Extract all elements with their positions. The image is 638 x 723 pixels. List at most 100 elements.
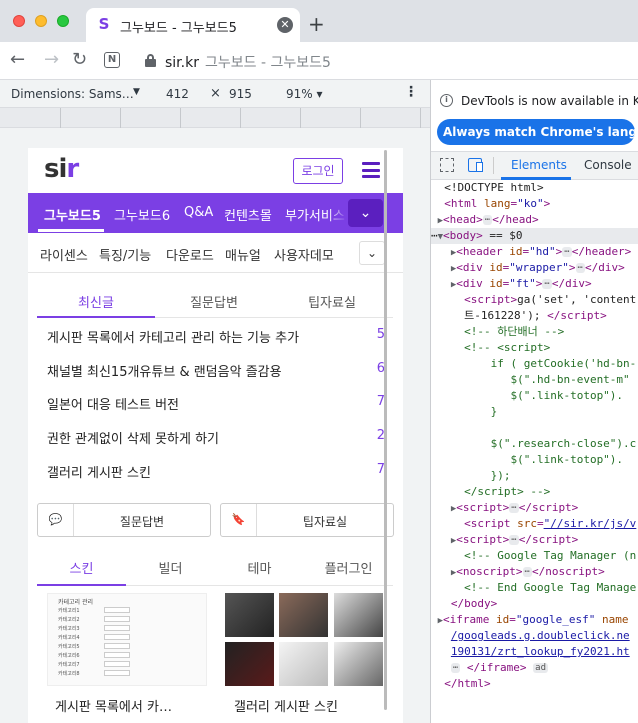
tab-elements[interactable]: Elements: [511, 158, 567, 172]
dom-node[interactable]: ▶<header id="hd"> ⋯ </header>: [431, 244, 638, 260]
forward-arrow-icon[interactable]: →: [44, 50, 59, 70]
dom-node[interactable]: <!DOCTYPE html>: [431, 180, 638, 196]
dom-node[interactable]: /googleads.g.doubleclick.ne: [431, 628, 638, 644]
dom-node[interactable]: }: [431, 404, 638, 420]
inspect-element-icon[interactable]: [440, 158, 454, 172]
dom-node[interactable]: ▶<iframe id="google_esf" name: [431, 612, 638, 628]
site-logo[interactable]: sir: [44, 154, 79, 184]
list-item[interactable]: 게시판 목록에서 카테고리 관리 하는 기능 추가 5: [37, 318, 393, 352]
dom-node[interactable]: </body>: [431, 596, 638, 612]
post-title[interactable]: 채널별 최신15개유튜브 & 랜덤음악 즐감용: [47, 361, 282, 380]
more-options-icon[interactable]: ⋮: [404, 84, 418, 100]
dom-node[interactable]: ⋯ </iframe> ad: [431, 660, 638, 676]
browser-toolbar: ← → ↻ N sir.kr 그누보드 - 그누보드5: [0, 42, 638, 80]
thumbnail-row: 카테고리7: [58, 661, 130, 668]
browser-tab[interactable]: S 그누보드 - 그누보드5 ✕: [86, 8, 300, 42]
back-arrow-icon[interactable]: ←: [10, 50, 25, 70]
post-title[interactable]: 일본어 대응 테스트 버전: [47, 394, 179, 413]
main-nav: 그누보드5 그누보드6 Q&A 컨텐츠몰 부가서비스 ⌄: [28, 193, 403, 233]
address-bar[interactable]: sir.kr 그누보드 - 그누보드5: [165, 52, 331, 72]
tab-tips[interactable]: 팁자료실: [273, 292, 391, 311]
tab-close-icon[interactable]: ✕: [277, 17, 293, 33]
dom-node[interactable]: 190131/zrt_lookup_fy2021.ht: [431, 644, 638, 660]
product-thumbnail[interactable]: 카테고리 관리 카테고리1 카테고리2 카테고리3 카테고리4 카테고리5 카테…: [47, 593, 207, 686]
close-window-button[interactable]: [13, 15, 25, 27]
list-item[interactable]: 권한 관계없이 삭제 못하게 하기 2: [37, 419, 393, 453]
tab-theme[interactable]: 테마: [215, 558, 304, 577]
main-nav-item[interactable]: 컨텐츠몰: [224, 205, 272, 224]
dom-node[interactable]: 트-161228'); </script>: [431, 308, 638, 324]
media-query-ruler[interactable]: [0, 108, 430, 128]
list-item[interactable]: 채널별 최신15개유튜브 & 랜덤음악 즐감용 6: [37, 352, 393, 386]
minimize-window-button[interactable]: [35, 15, 47, 27]
dom-node[interactable]: <!-- End Google Tag Manage: [431, 580, 638, 596]
dom-node[interactable]: $(".link-totop").: [431, 388, 638, 404]
hamburger-menu-icon[interactable]: [362, 162, 380, 178]
new-tab-button[interactable]: +: [308, 14, 325, 34]
thumbnail-row: 카테고리2: [58, 616, 130, 623]
dom-node[interactable]: <script src="//sir.kr/js/v: [431, 516, 638, 532]
post-title[interactable]: 갤러리 게시판 스킨: [47, 462, 151, 481]
main-nav-item[interactable]: Q&A: [184, 205, 213, 220]
tab-qna[interactable]: 질문답변: [155, 292, 273, 311]
dom-node[interactable]: <!-- Google Tag Manager (n: [431, 548, 638, 564]
page-scrollbar[interactable]: [384, 150, 387, 710]
zoom-select[interactable]: 91% ▾: [286, 87, 323, 101]
device-select[interactable]: Dimensions: Sams…: [11, 87, 134, 101]
sub-nav-expand-icon[interactable]: ⌄: [359, 241, 385, 265]
tips-quick-button[interactable]: 🔖 팁자료실: [220, 503, 394, 537]
post-title[interactable]: 권한 관계없이 삭제 못하게 하기: [47, 428, 219, 447]
dom-node[interactable]: </script> -->: [431, 484, 638, 500]
dom-node[interactable]: ▶<script> ⋯ </script>: [431, 532, 638, 548]
post-title[interactable]: 게시판 목록에서 카테고리 관리 하는 기능 추가: [47, 327, 299, 346]
dom-node[interactable]: <html lang="ko">: [431, 196, 638, 212]
product-title[interactable]: 게시판 목록에서 카…: [55, 696, 172, 715]
lock-icon[interactable]: [145, 54, 156, 67]
dom-node[interactable]: ▶<noscript> ⋯ </noscript>: [431, 564, 638, 580]
dom-node[interactable]: });: [431, 468, 638, 484]
device-toggle-icon[interactable]: [468, 158, 483, 172]
tab-skin[interactable]: 스킨: [37, 558, 126, 577]
dom-node[interactable]: ▶<script> ⋯ </script>: [431, 500, 638, 516]
sub-nav-item[interactable]: 특징/기능: [99, 245, 151, 264]
main-nav-item[interactable]: 그누보드6: [114, 205, 170, 224]
device-width-input[interactable]: 412: [166, 87, 189, 101]
list-item[interactable]: 갤러리 게시판 스킨 7: [37, 453, 393, 487]
gallery-thumbnail[interactable]: [225, 593, 383, 686]
dom-node[interactable]: <!-- <script>: [431, 340, 638, 356]
product-title[interactable]: 갤러리 게시판 스킨: [234, 696, 338, 715]
dom-node[interactable]: $(".research-close").c: [431, 436, 638, 452]
device-height-input[interactable]: 915: [229, 87, 252, 101]
dom-node[interactable]: </html>: [431, 676, 638, 692]
reload-icon[interactable]: ↻: [72, 50, 87, 70]
dimension-separator: ×: [210, 86, 221, 101]
tab-console[interactable]: Console: [584, 158, 632, 172]
dom-node[interactable]: ▶<div id="ft"> ⋯ </div>: [431, 276, 638, 292]
extension-icon[interactable]: N: [104, 52, 120, 68]
tab-plugin[interactable]: 플러그인: [304, 558, 393, 577]
dom-node[interactable]: $(".hd-bn-event-m": [431, 372, 638, 388]
dom-node[interactable]: $(".link-totop").: [431, 452, 638, 468]
sub-nav-item[interactable]: 라이센스: [40, 245, 88, 264]
qna-quick-button[interactable]: 💬 질문답변: [37, 503, 211, 537]
list-item[interactable]: 일본어 대응 테스트 버전 7: [37, 385, 393, 419]
dom-node[interactable]: <script>ga('set', 'content: [431, 292, 638, 308]
tab-active-indicator: [37, 584, 126, 586]
tab-latest[interactable]: 최신글: [37, 292, 155, 311]
tab-builder[interactable]: 빌더: [126, 558, 215, 577]
sub-nav-item[interactable]: 사용자데모: [274, 245, 334, 264]
main-nav-item[interactable]: 그누보드5: [44, 205, 101, 224]
dom-node[interactable]: ▶<div id="wrapper"> ⋯ </div>: [431, 260, 638, 276]
match-language-button[interactable]: Always match Chrome's language: [437, 119, 635, 145]
devtools-tabbar: Elements Console: [431, 152, 638, 180]
sub-nav-item[interactable]: 매뉴얼: [225, 245, 261, 264]
login-button[interactable]: 로그인: [293, 158, 343, 184]
maximize-window-button[interactable]: [57, 15, 69, 27]
dom-node[interactable]: ⋯▼<body> == $0: [431, 228, 638, 244]
dom-node[interactable]: ▶<head> ⋯ </head>: [431, 212, 638, 228]
dom-node[interactable]: if ( getCookie('hd-bn-: [431, 356, 638, 372]
dom-node[interactable]: <!-- 하단배너 -->: [431, 324, 638, 340]
sub-nav-item[interactable]: 다운로드: [166, 245, 214, 264]
main-nav-expand-icon[interactable]: ⌄: [348, 199, 383, 227]
chevron-down-icon[interactable]: ▼: [133, 87, 140, 97]
